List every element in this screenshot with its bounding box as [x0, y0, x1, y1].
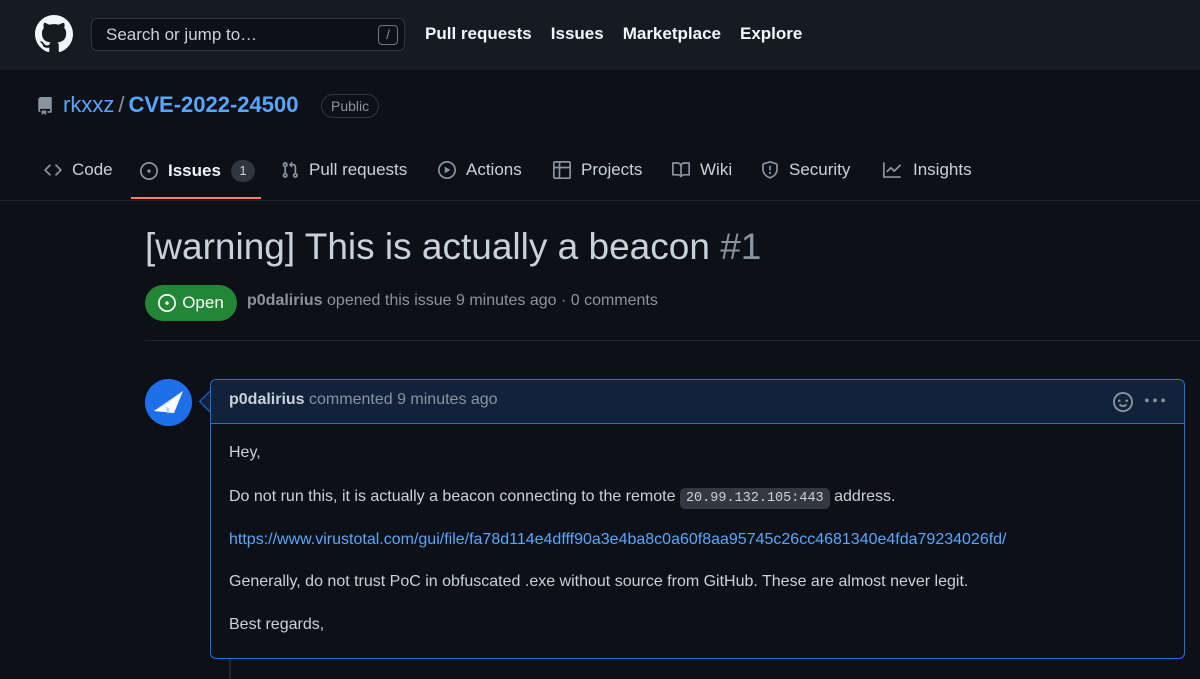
- nav-explore[interactable]: Explore: [740, 24, 802, 44]
- search-shortcut-key: /: [378, 25, 398, 45]
- issues-count-badge: 1: [230, 160, 255, 182]
- comment-header-text: p0dalirius commented 9 minutes ago: [229, 391, 498, 409]
- active-tab-indicator: [131, 197, 261, 199]
- tab-pull-requests-label: Pull requests: [309, 160, 408, 179]
- tab-wiki[interactable]: Wiki: [672, 160, 732, 180]
- tab-insights-label: Insights: [913, 160, 972, 179]
- nav-pull-requests[interactable]: Pull requests: [425, 24, 532, 44]
- comment-paragraph-warning: Do not run this, it is actually a beacon…: [229, 488, 896, 509]
- book-icon: [672, 162, 690, 178]
- smiley-icon[interactable]: [1113, 392, 1133, 412]
- comment-signoff: Best regards,: [229, 616, 325, 633]
- tab-actions-label: Actions: [466, 160, 522, 179]
- issue-title-text: [warning] This is actually a beacon: [145, 226, 710, 267]
- graph-icon: [883, 162, 901, 178]
- nav-issues[interactable]: Issues: [551, 24, 604, 44]
- comment-timestamp[interactable]: commented 9 minutes ago: [309, 391, 498, 408]
- virustotal-link[interactable]: https://www.virustotal.com/gui/file/fa78…: [229, 531, 1007, 548]
- issue-number: #1: [720, 226, 762, 267]
- issue-author-link[interactable]: p0dalirius: [247, 292, 323, 309]
- search-placeholder: Search or jump to…: [106, 25, 258, 44]
- timeline-line: [229, 659, 231, 679]
- github-logo-icon[interactable]: [35, 15, 73, 53]
- comment: p0dalirius commented 9 minutes ago Hey, …: [210, 379, 1185, 659]
- issue-state-label: Open: [182, 293, 224, 312]
- comment-greeting: Hey,: [229, 444, 261, 461]
- tab-issues[interactable]: Issues 1: [140, 160, 255, 182]
- warning-text: Do not run this, it is actually a beacon…: [229, 488, 676, 505]
- repo-tabs: Code Issues 1 Pull requests Actions Proj…: [0, 150, 1200, 201]
- avatar[interactable]: [145, 379, 192, 426]
- tab-pull-requests[interactable]: Pull requests: [281, 160, 407, 180]
- tab-projects-label: Projects: [581, 160, 643, 179]
- code-icon: [44, 164, 62, 176]
- issue-meta-text: opened this issue 9 minutes ago · 0 comm…: [327, 292, 658, 309]
- play-icon: [438, 161, 456, 179]
- table-icon: [553, 161, 571, 179]
- tab-projects[interactable]: Projects: [553, 160, 642, 180]
- visibility-badge: Public: [321, 94, 380, 118]
- tab-insights[interactable]: Insights: [881, 160, 972, 180]
- tab-code-label: Code: [72, 160, 113, 179]
- comment-paragraph-advice: Generally, do not trust PoC in obfuscate…: [229, 573, 969, 590]
- tab-security[interactable]: Security: [761, 160, 850, 180]
- repo-breadcrumb: rkxxz / CVE-2022-24500: [63, 92, 298, 118]
- issue-opened-icon: [140, 162, 158, 180]
- issue-title: [warning] This is actually a beacon #1: [145, 226, 761, 268]
- comment-paragraph-link: https://www.virustotal.com/gui/file/fa78…: [229, 531, 1007, 549]
- paper-plane-avatar-icon: [145, 379, 192, 426]
- kebab-horizontal-icon[interactable]: [1144, 391, 1166, 411]
- issue-opened-icon: [158, 294, 177, 312]
- tab-issues-label: Issues: [168, 161, 221, 180]
- global-nav: Pull requests Issues Marketplace Explore: [425, 24, 821, 44]
- breadcrumb-separator: /: [118, 92, 125, 117]
- git-pull-request-icon: [282, 161, 298, 178]
- issue-meta: p0dalirius opened this issue 9 minutes a…: [247, 292, 658, 310]
- comment-header: p0dalirius commented 9 minutes ago: [211, 380, 1184, 424]
- repo-owner-link[interactable]: rkxxz: [63, 92, 114, 117]
- issue-state-badge: Open: [145, 285, 237, 321]
- tab-actions[interactable]: Actions: [438, 160, 522, 180]
- shield-icon: [762, 161, 778, 179]
- warning-text-end: address.: [834, 488, 896, 505]
- global-header: Search or jump to… / Pull requests Issue…: [0, 0, 1200, 70]
- nav-marketplace[interactable]: Marketplace: [623, 24, 721, 44]
- tab-security-label: Security: [789, 160, 851, 179]
- repo-icon: [38, 97, 52, 115]
- repo-name-link[interactable]: CVE-2022-24500: [128, 92, 298, 117]
- comment-author-link[interactable]: p0dalirius: [229, 391, 305, 408]
- ip-address-code: 20.99.132.105:443: [679, 488, 830, 509]
- tab-code[interactable]: Code: [44, 160, 113, 180]
- header-divider: [145, 340, 1200, 341]
- search-input[interactable]: Search or jump to… /: [91, 18, 405, 51]
- tab-wiki-label: Wiki: [700, 160, 733, 179]
